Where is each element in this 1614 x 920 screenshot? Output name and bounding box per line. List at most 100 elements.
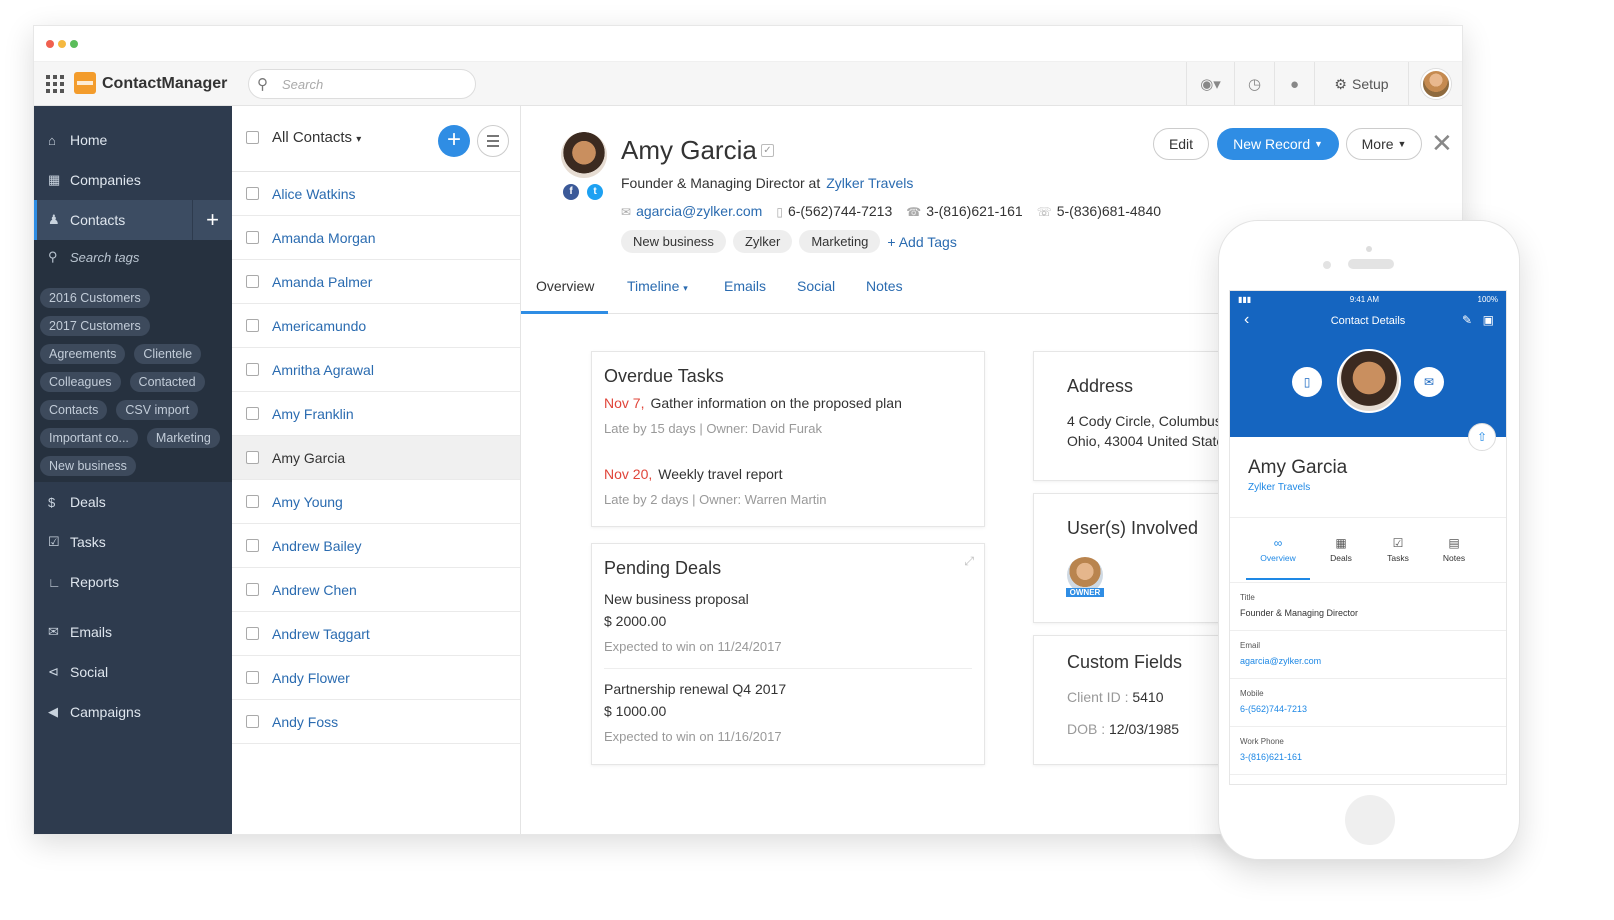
apps-grid-icon[interactable] xyxy=(46,75,64,93)
row-checkbox[interactable] xyxy=(246,363,259,376)
contact-tag[interactable]: New business xyxy=(621,230,726,253)
tag-item[interactable]: New business xyxy=(40,456,136,476)
search-input[interactable]: ⚲ Search xyxy=(248,69,476,99)
contact-name-link[interactable]: Andy Foss xyxy=(272,714,338,730)
row-checkbox[interactable] xyxy=(246,187,259,200)
field-value[interactable]: 3-(816)621-161 xyxy=(1240,752,1506,762)
tag-item[interactable]: Contacted xyxy=(129,372,205,392)
tab-notes[interactable]: Notes xyxy=(866,278,903,294)
row-checkbox[interactable] xyxy=(246,231,259,244)
row-checkbox[interactable] xyxy=(246,407,259,420)
clock-icon[interactable]: ◷ xyxy=(1234,62,1274,106)
add-tags-link[interactable]: + Add Tags xyxy=(887,234,956,250)
phone-tab-deals[interactable]: ▦ Deals xyxy=(1313,536,1369,563)
tag-item[interactable]: CSV import xyxy=(116,400,199,420)
select-all-checkbox[interactable] xyxy=(246,131,259,144)
tab-overview[interactable]: Overview xyxy=(536,278,594,294)
row-checkbox[interactable] xyxy=(246,495,259,508)
contact-tag[interactable]: Marketing xyxy=(799,230,881,253)
tab-social[interactable]: Social xyxy=(797,278,835,294)
contact-name-link[interactable]: Alice Watkins xyxy=(272,186,356,202)
row-checkbox[interactable] xyxy=(246,583,259,596)
setup-button[interactable]: ⚙ Setup xyxy=(1314,62,1408,106)
contact-row[interactable]: Andy Flower xyxy=(232,656,520,700)
contact-name-link[interactable]: Andrew Taggart xyxy=(272,626,370,642)
contact-name-link[interactable]: Amanda Palmer xyxy=(272,274,372,290)
more-button[interactable]: More ▼ xyxy=(1346,128,1422,160)
contact-name-link[interactable]: Amritha Agrawal xyxy=(272,362,374,378)
contact-name-link[interactable]: Andy Flower xyxy=(272,670,350,686)
user-avatar-button[interactable] xyxy=(1408,62,1462,106)
email-link[interactable]: agarcia@zylker.com xyxy=(636,203,762,219)
sidebar-item-reports[interactable]: ∟ Reports xyxy=(34,562,232,602)
tag-item[interactable]: Agreements xyxy=(40,344,126,364)
tab-timeline[interactable]: Timeline ▾ xyxy=(627,278,688,294)
add-contact-button[interactable]: + xyxy=(438,125,470,157)
contact-row[interactable]: Amritha Agrawal xyxy=(232,348,520,392)
contact-name-link[interactable]: Amy Franklin xyxy=(272,406,354,422)
tab-emails[interactable]: Emails xyxy=(724,278,766,294)
contact-row[interactable]: Andrew Bailey xyxy=(232,524,520,568)
sidebar-item-home[interactable]: ⌂ Home xyxy=(34,120,232,160)
add-contact-plus-icon[interactable]: + xyxy=(192,200,232,240)
deal-name[interactable]: New business proposal xyxy=(604,591,972,607)
contact-name-link[interactable]: Amanda Morgan xyxy=(272,230,376,246)
deal-name[interactable]: Partnership renewal Q4 2017 xyxy=(604,681,972,697)
contact-row[interactable]: Amy Young xyxy=(232,480,520,524)
tag-item[interactable]: Clientele xyxy=(134,344,202,364)
notification-icon[interactable]: ● xyxy=(1274,62,1314,106)
row-checkbox[interactable] xyxy=(246,627,259,640)
sidebar-item-campaigns[interactable]: ◀ Campaigns xyxy=(34,692,232,732)
field-value[interactable]: agarcia@zylker.com xyxy=(1240,656,1506,666)
contact-tag[interactable]: Zylker xyxy=(732,230,793,253)
share-icon[interactable]: ⇧ xyxy=(1468,423,1496,451)
contact-row[interactable]: Americamundo xyxy=(232,304,520,348)
new-record-button[interactable]: New Record ▼ xyxy=(1217,128,1339,160)
edit-icon[interactable]: ✎ xyxy=(1462,313,1472,327)
sidebar-item-companies[interactable]: ▦ Companies xyxy=(34,160,232,200)
contact-name-link[interactable]: Andrew Bailey xyxy=(272,538,362,554)
contact-name-link[interactable]: Amy Young xyxy=(272,494,343,510)
sidebar-item-emails[interactable]: ✉ Emails xyxy=(34,612,232,652)
contact-row-selected[interactable]: Amy Garcia xyxy=(232,436,520,480)
phone-company-link[interactable]: Zylker Travels xyxy=(1248,482,1506,493)
row-checkbox[interactable] xyxy=(246,715,259,728)
row-checkbox[interactable] xyxy=(246,275,259,288)
phone-tab-tasks[interactable]: ☑ Tasks xyxy=(1370,536,1426,563)
contact-row[interactable]: Alice Watkins xyxy=(232,172,520,216)
task-item[interactable]: Nov 20, Weekly travel report xyxy=(604,466,972,482)
contact-name-link[interactable]: Americamundo xyxy=(272,318,366,334)
globe-icon[interactable]: ◉▾ xyxy=(1186,62,1234,106)
contact-row[interactable]: Amy Franklin xyxy=(232,392,520,436)
sidebar-item-social[interactable]: ⊲ Social xyxy=(34,652,232,692)
search-tags-input[interactable]: ⚲ Search tags xyxy=(34,240,232,274)
sidebar-item-contacts[interactable]: ♟ Contacts + xyxy=(34,200,232,240)
tag-item[interactable]: Contacts xyxy=(40,400,108,420)
tag-item[interactable]: 2017 Customers xyxy=(40,316,150,336)
owner-avatar[interactable]: OWNER xyxy=(1066,557,1104,597)
row-checkbox[interactable] xyxy=(246,451,259,464)
verified-checkbox-icon[interactable]: ✓ xyxy=(761,144,774,157)
phone-tab-notes[interactable]: ▤ Notes xyxy=(1426,536,1482,563)
task-item[interactable]: Nov 7, Gather information on the proposed… xyxy=(604,395,972,411)
field-value[interactable]: 6-(562)744-7213 xyxy=(1240,704,1506,714)
phone-home-button[interactable] xyxy=(1345,795,1395,845)
mail-icon[interactable]: ✉ xyxy=(1414,367,1444,397)
close-icon[interactable]: ✕ xyxy=(1431,128,1453,159)
phone-tab-overview[interactable]: ∞ Overview xyxy=(1250,536,1306,563)
row-checkbox[interactable] xyxy=(246,539,259,552)
facebook-icon[interactable]: f xyxy=(563,184,579,200)
tag-item[interactable]: 2016 Customers xyxy=(40,288,150,308)
edit-button[interactable]: Edit xyxy=(1153,128,1209,160)
call-icon[interactable]: ▯ xyxy=(1292,367,1322,397)
twitter-icon[interactable]: t xyxy=(587,184,603,200)
contact-row[interactable]: Andy Foss xyxy=(232,700,520,744)
contact-row[interactable]: Amanda Morgan xyxy=(232,216,520,260)
contact-row[interactable]: Andrew Chen xyxy=(232,568,520,612)
contact-name-link[interactable]: Amy Garcia xyxy=(272,450,345,466)
expand-icon[interactable]: ⤢ xyxy=(964,554,974,569)
contact-row[interactable]: Andrew Taggart xyxy=(232,612,520,656)
tag-item[interactable]: Important co... xyxy=(40,428,138,448)
contact-filter-dropdown[interactable]: All Contacts ▾ xyxy=(272,129,361,146)
close-window-dot[interactable] xyxy=(46,40,54,48)
